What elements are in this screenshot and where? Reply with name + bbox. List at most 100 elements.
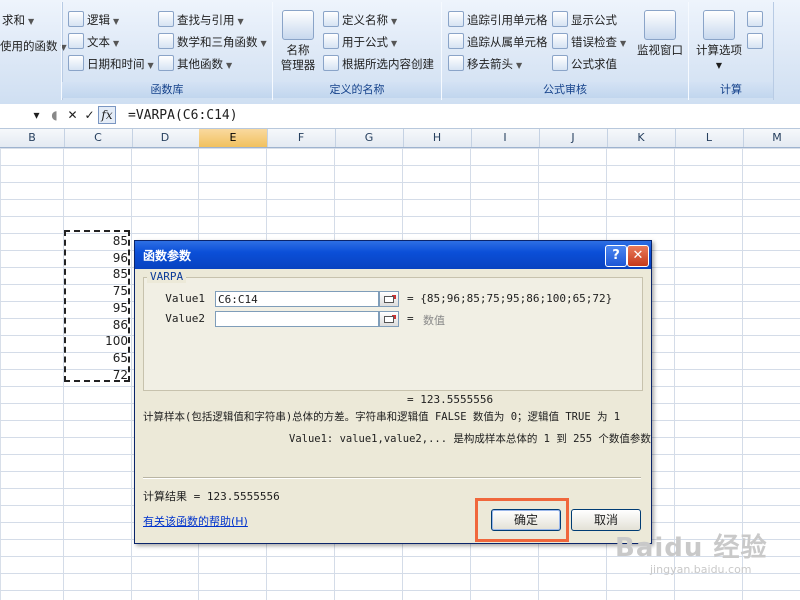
math-button[interactable]: 数学和三角函数 ▼ — [158, 32, 267, 52]
remove-arrows-icon — [448, 55, 464, 71]
calc-now-button[interactable] — [747, 10, 766, 30]
autosum-button[interactable]: 求和 ▼ — [2, 10, 34, 30]
math-icon — [158, 33, 174, 49]
watermark-url: jingyan.baidu.com — [650, 563, 752, 576]
column-header-f[interactable]: F — [267, 129, 336, 147]
function-help-link[interactable]: 有关该函数的帮助(H) — [143, 513, 248, 529]
chevron-down-icon: ▼ — [715, 61, 723, 70]
function-arguments-dialog: 函数参数 ? ✕ VARPA Value1 C6:C14 = {85;96;85… — [134, 240, 652, 544]
logical-label: 逻辑 — [87, 13, 110, 27]
datetime-button[interactable]: 日期和时间 ▼ — [68, 54, 154, 74]
watch-window-label: 监视窗口 — [637, 43, 683, 57]
column-header-l[interactable]: L — [675, 129, 744, 147]
math-label: 数学和三角函数 — [177, 35, 258, 49]
arg1-input[interactable]: C6:C14 — [215, 291, 379, 307]
close-icon[interactable]: ✕ — [627, 245, 649, 267]
divider — [143, 477, 641, 479]
range-select-icon[interactable] — [379, 291, 399, 307]
evaluate-formula-button[interactable]: 公式求值 — [552, 54, 617, 74]
grid-row-line — [0, 165, 800, 166]
column-header-k[interactable]: K — [607, 129, 676, 147]
name-manager-button[interactable]: 名称 管理器 — [279, 10, 317, 73]
use-in-formula-icon — [323, 33, 339, 49]
calc-sheet-button[interactable] — [747, 32, 766, 52]
calc-options-label: 计算选项 — [696, 43, 742, 57]
dialog-titlebar[interactable]: 函数参数 ? ✕ — [135, 241, 651, 269]
define-name-icon — [323, 11, 339, 27]
arg2-result-prefix: = — [407, 312, 414, 325]
logical-button[interactable]: 逻辑 ▼ — [68, 10, 119, 30]
arg1-result: = {85;96;85;75;95;86;100;65;72} — [407, 292, 613, 305]
arg2-result: 数值 — [423, 314, 445, 327]
create-from-selection-button[interactable]: 根据所选内容创建 — [323, 54, 434, 74]
trace-precedents-icon — [448, 11, 464, 27]
argument-help: Value1: value1,value2,... 是构成样本总体的 1 到 2… — [289, 433, 651, 445]
autosum-label: 求和 — [2, 13, 25, 27]
error-checking-button[interactable]: 错误检查 ▼ — [552, 32, 626, 52]
show-formulas-icon — [552, 11, 568, 27]
ribbon-group-defined-names: 名称 管理器 定义名称 ▼ 用于公式 ▼ 根据所选内容创建 定义的名称 — [272, 2, 442, 100]
name-manager-icon — [282, 10, 314, 40]
evaluate-formula-icon — [552, 55, 568, 71]
namebox-dropdown-icon[interactable]: ▾ — [28, 106, 45, 124]
column-header-j[interactable]: J — [539, 129, 608, 147]
column-header-b[interactable]: B — [0, 129, 65, 147]
chevron-down-icon: ▼ — [147, 61, 154, 70]
text-button[interactable]: 文本 ▼ — [68, 32, 119, 52]
ribbon-group-formula-auditing: 追踪引用单元格 追踪从属单元格 移去箭头 ▼ 显示公式 错误检查 ▼ 公式求值 监视… — [441, 2, 689, 100]
dialog-title: 函数参数 — [143, 249, 192, 263]
grid-row-line — [0, 216, 800, 217]
expand-icon[interactable]: ◖ — [46, 106, 63, 124]
chevron-down-icon: ▼ — [516, 61, 523, 70]
calc-now-icon — [747, 11, 763, 27]
formula-bar — [0, 104, 800, 129]
evaluate-formula-label: 公式求值 — [571, 57, 617, 71]
datetime-label: 日期和时间 — [87, 57, 145, 71]
define-name-button[interactable]: 定义名称 ▼ — [323, 10, 397, 30]
chevron-down-icon: ▼ — [391, 17, 398, 26]
name-manager-label-1: 名称 — [286, 43, 310, 57]
calc-options-button[interactable]: 计算选项 ▼ — [695, 10, 743, 73]
trace-dependents-icon — [448, 33, 464, 49]
chevron-down-icon: ▼ — [237, 17, 244, 26]
ribbon-group-partial: 求和 ▼ 使用的函数 ▼ — [0, 2, 67, 100]
create-from-selection-icon — [323, 55, 339, 71]
more-functions-label: 其他函数 — [177, 57, 223, 71]
range-select-icon[interactable] — [379, 311, 399, 327]
chevron-down-icon: ▼ — [391, 39, 398, 48]
column-header-m[interactable]: M — [743, 129, 800, 147]
column-header-d[interactable]: D — [131, 129, 200, 147]
copy-marquee — [64, 230, 130, 382]
text-icon — [68, 33, 84, 49]
column-header-e[interactable]: E — [199, 129, 268, 147]
remove-arrows-label: 移去箭头 — [467, 57, 513, 71]
calculator-icon — [703, 10, 735, 40]
confirm-entry-icon[interactable]: ✓ — [81, 106, 98, 124]
recently-used-button[interactable]: 使用的函数 ▼ — [0, 36, 67, 56]
watch-window-button[interactable]: 监视窗口 — [634, 10, 686, 58]
name-manager-label-2: 管理器 — [280, 58, 316, 72]
column-header-i[interactable]: I — [471, 129, 540, 147]
help-icon[interactable]: ? — [605, 245, 627, 267]
column-header-h[interactable]: H — [403, 129, 472, 147]
chevron-down-icon: ▼ — [113, 39, 120, 48]
trace-precedents-button[interactable]: 追踪引用单元格 — [448, 10, 548, 30]
column-header-g[interactable]: G — [335, 129, 404, 147]
formula-input[interactable]: =VARPA(C6:C14) — [128, 106, 238, 126]
insert-function-icon[interactable]: fx — [98, 106, 116, 124]
column-header-c[interactable]: C — [64, 129, 133, 147]
show-formulas-button[interactable]: 显示公式 — [552, 10, 617, 30]
grid-row-line — [0, 182, 800, 183]
text-label: 文本 — [87, 35, 110, 49]
trace-dependents-button[interactable]: 追踪从属单元格 — [448, 32, 548, 52]
annotation-highlight-box — [475, 498, 569, 542]
arg2-input[interactable] — [215, 311, 379, 327]
remove-arrows-button[interactable]: 移去箭头 ▼ — [448, 54, 522, 74]
error-checking-label: 错误检查 — [571, 35, 617, 49]
cancel-entry-icon[interactable]: ✕ — [64, 106, 81, 124]
lookup-label: 查找与引用 — [177, 13, 235, 27]
function-description: 计算样本(包括逻辑值和字符串)总体的方差。字符串和逻辑值 FALSE 数值为 0… — [143, 411, 621, 423]
lookup-button[interactable]: 查找与引用 ▼ — [158, 10, 244, 30]
use-in-formula-button[interactable]: 用于公式 ▼ — [323, 32, 397, 52]
more-functions-button[interactable]: 其他函数 ▼ — [158, 54, 232, 74]
